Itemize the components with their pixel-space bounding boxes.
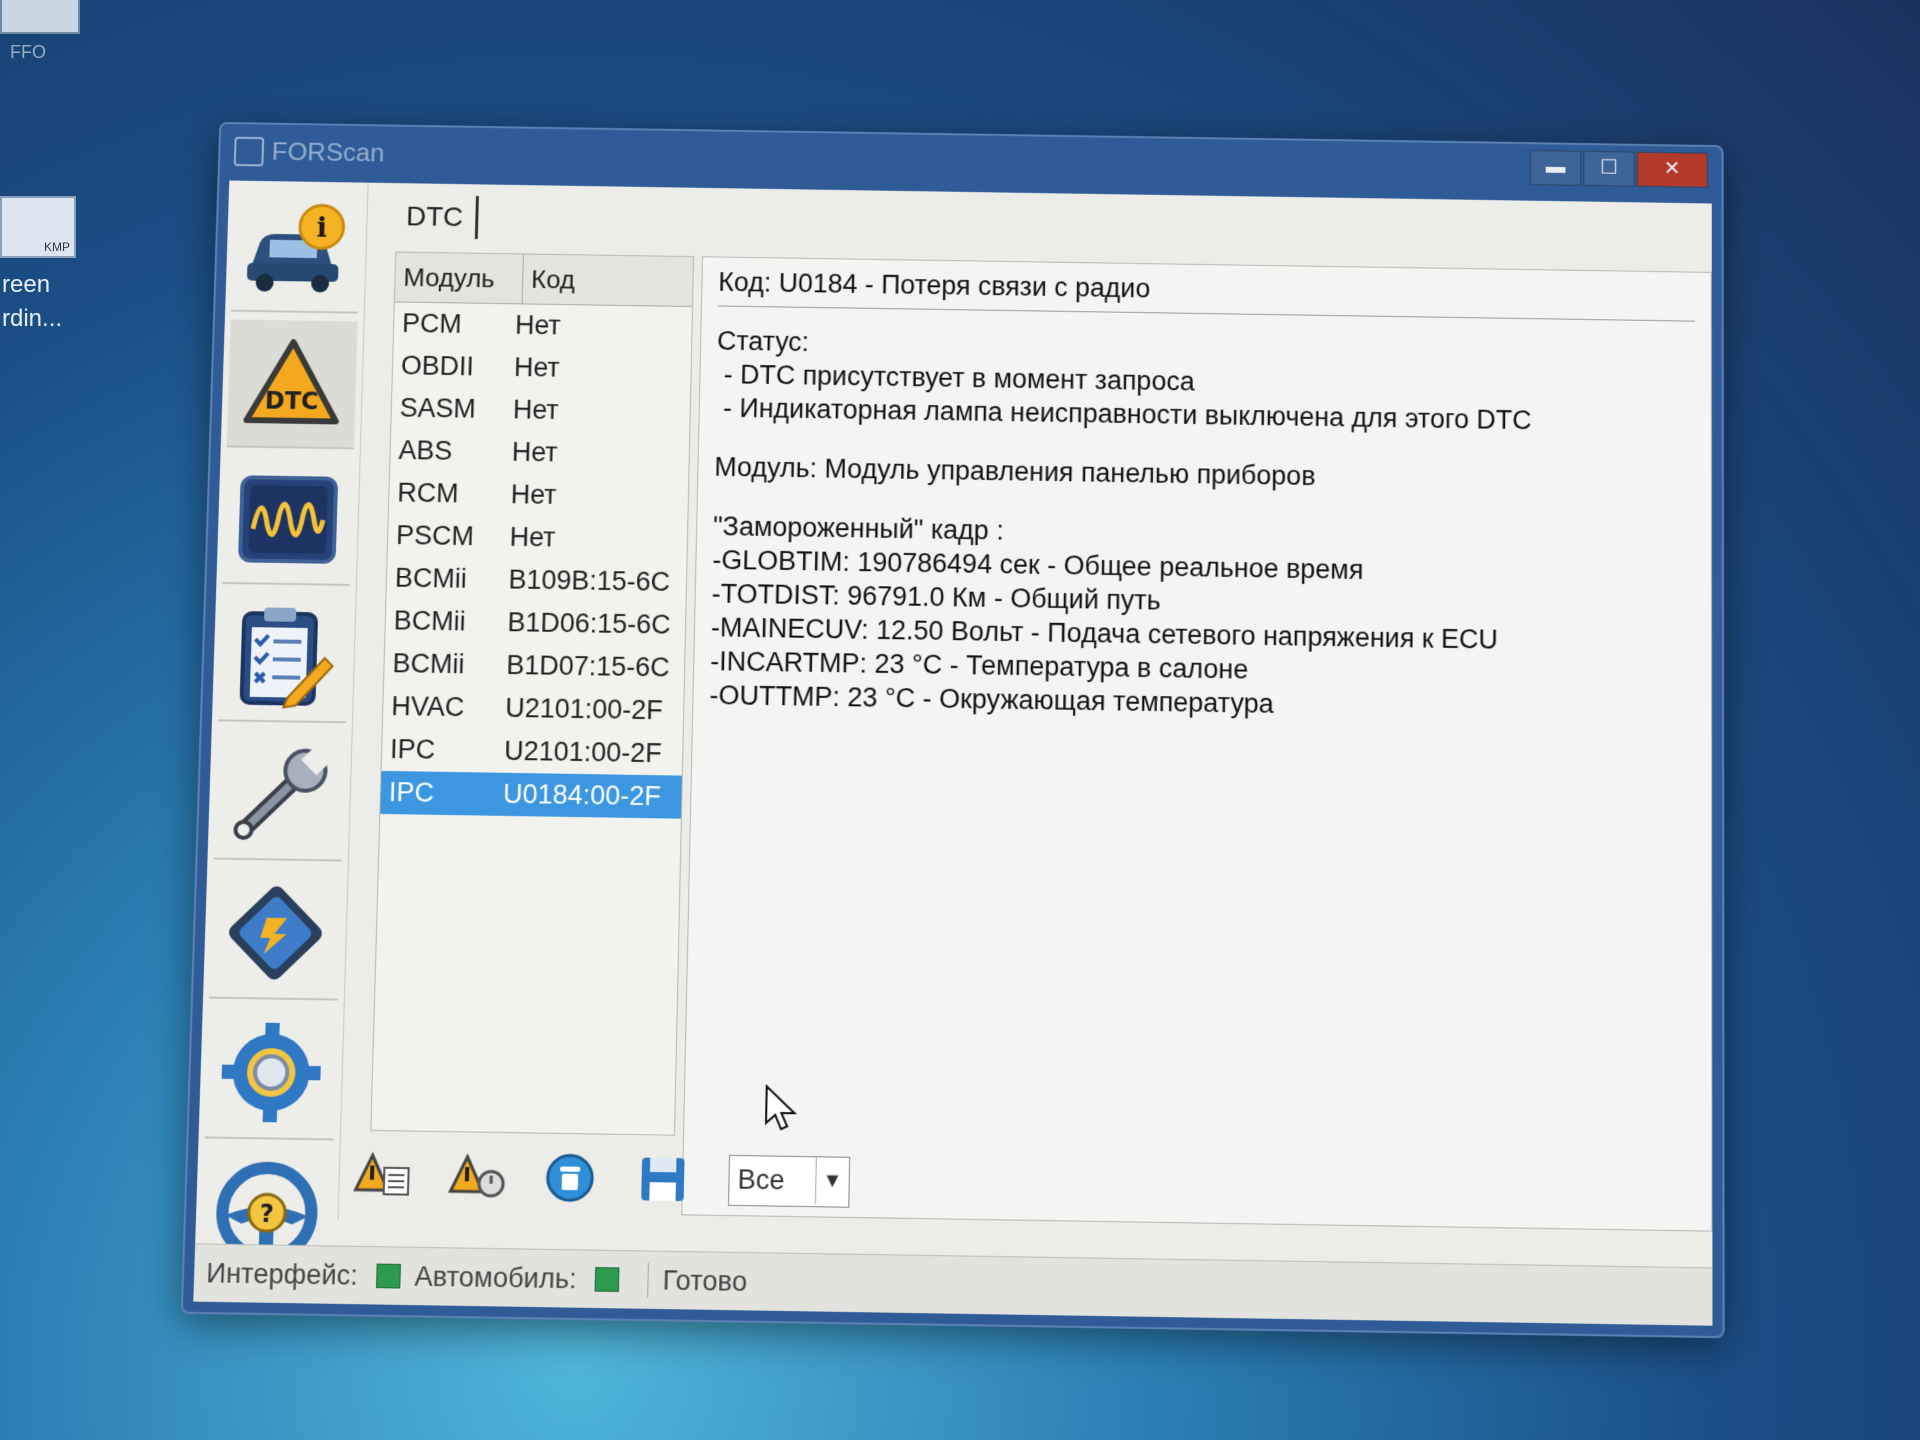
window-title: FORScan <box>271 136 385 168</box>
vehicle-status-led <box>595 1267 620 1292</box>
desktop-file-icon[interactable]: KMP <box>0 196 76 258</box>
list-row[interactable]: RCM Нет <box>389 472 689 519</box>
list-row[interactable]: BCMii B1D06:15-6C <box>385 599 685 646</box>
tab-dtc[interactable]: DTC <box>394 195 479 239</box>
mouse-cursor-icon <box>764 1084 799 1133</box>
forscan-window: FORScan ▬ ☐ ✕ i DTC ? DTC Модуль Код PCM… <box>181 122 1725 1338</box>
client-area: i DTC ? DTC Модуль Код PCM Нет OBDII Нет… <box>193 181 1712 1326</box>
desktop-icon-top[interactable] <box>0 0 80 34</box>
sidebar-item-oscilloscope[interactable] <box>222 455 353 586</box>
sidebar-item-tests[interactable] <box>218 592 350 723</box>
status-bar: Интерфейс: Автомобиль: Готово <box>193 1243 1712 1325</box>
list-row[interactable]: PCM Нет <box>394 302 692 349</box>
dtc-filter-select[interactable]: Все ▼ <box>728 1155 850 1208</box>
save-icon <box>637 1153 689 1205</box>
sidebar: i DTC ? <box>196 181 369 1221</box>
car-info-icon: i <box>240 198 352 297</box>
file-badge: KMP <box>44 240 70 254</box>
list-row[interactable]: PSCM Нет <box>388 514 688 561</box>
list-header: Модуль Код <box>395 252 693 307</box>
desktop-icon-label: reen rdin... <box>2 268 62 336</box>
svg-text:i: i <box>316 211 327 244</box>
dtc-detail-title: Код: U0184 - Потеря связи с радио <box>718 267 1695 321</box>
read-dtc-button[interactable] <box>348 1146 420 1204</box>
svg-text:DTC: DTC <box>265 387 319 416</box>
sidebar-item-dtc[interactable]: DTC <box>227 319 358 449</box>
sidebar-item-service[interactable] <box>214 729 346 861</box>
toolbar: Все ▼ <box>348 1139 955 1220</box>
list-row[interactable]: BCMii B1D07:15-6C <box>384 642 685 690</box>
list-row[interactable]: SASM Нет <box>391 387 690 434</box>
clear-dtc-icon <box>446 1152 508 1200</box>
desktop-icon-top-label: FFO <box>10 42 46 63</box>
oscilloscope-icon <box>232 469 345 570</box>
sidebar-item-vehicle-info[interactable]: i <box>231 185 362 314</box>
close-button[interactable]: ✕ <box>1637 152 1708 188</box>
app-icon <box>234 137 265 167</box>
column-header-code[interactable]: Код <box>523 254 693 306</box>
interface-status-led <box>376 1264 401 1289</box>
list-row[interactable]: BCMii B109B:15-6C <box>386 557 686 604</box>
gear-icon <box>214 1016 328 1129</box>
dtc-warning-icon: DTC <box>236 333 348 433</box>
chip-icon <box>218 877 332 990</box>
window-controls: ▬ ☐ ✕ <box>1528 150 1708 188</box>
read-dtc-icon <box>353 1151 415 1199</box>
clear-dtc-button[interactable] <box>441 1147 513 1205</box>
dtc-filter-value: Все <box>737 1164 785 1196</box>
interface-label: Интерфейс: <box>206 1257 358 1291</box>
sidebar-item-settings[interactable] <box>205 1007 338 1141</box>
list-row[interactable]: IPC U2101:00-2F <box>382 728 683 776</box>
vehicle-label: Автомобиль: <box>414 1261 577 1295</box>
save-button[interactable] <box>627 1150 699 1208</box>
delete-icon <box>544 1152 596 1204</box>
list-row[interactable]: HVAC U2101:00-2F <box>383 685 684 733</box>
status-text: Готово <box>662 1265 747 1298</box>
dtc-detail-pane: Код: U0184 - Потеря связи с радио Статус… <box>681 256 1712 1231</box>
maximize-button[interactable]: ☐ <box>1583 151 1634 187</box>
chevron-down-icon[interactable]: ▼ <box>815 1157 849 1204</box>
list-row-selected[interactable]: IPC U0184:00-2F <box>380 771 681 819</box>
column-header-module[interactable]: Модуль <box>395 252 524 303</box>
dtc-module-list[interactable]: Модуль Код PCM Нет OBDII Нет SASM Нет ABS Не… <box>370 251 694 1135</box>
minimize-button[interactable]: ▬ <box>1530 150 1581 186</box>
checklist-icon <box>227 601 340 712</box>
list-row[interactable]: OBDII Нет <box>392 345 691 392</box>
sidebar-item-configuration[interactable] <box>209 868 342 1001</box>
status-separator <box>647 1263 649 1298</box>
tab-bar: DTC <box>376 191 931 258</box>
svg-text:?: ? <box>259 1199 274 1228</box>
delete-button[interactable] <box>534 1149 606 1207</box>
list-row[interactable]: ABS Нет <box>390 429 689 476</box>
wrench-icon <box>223 743 336 845</box>
